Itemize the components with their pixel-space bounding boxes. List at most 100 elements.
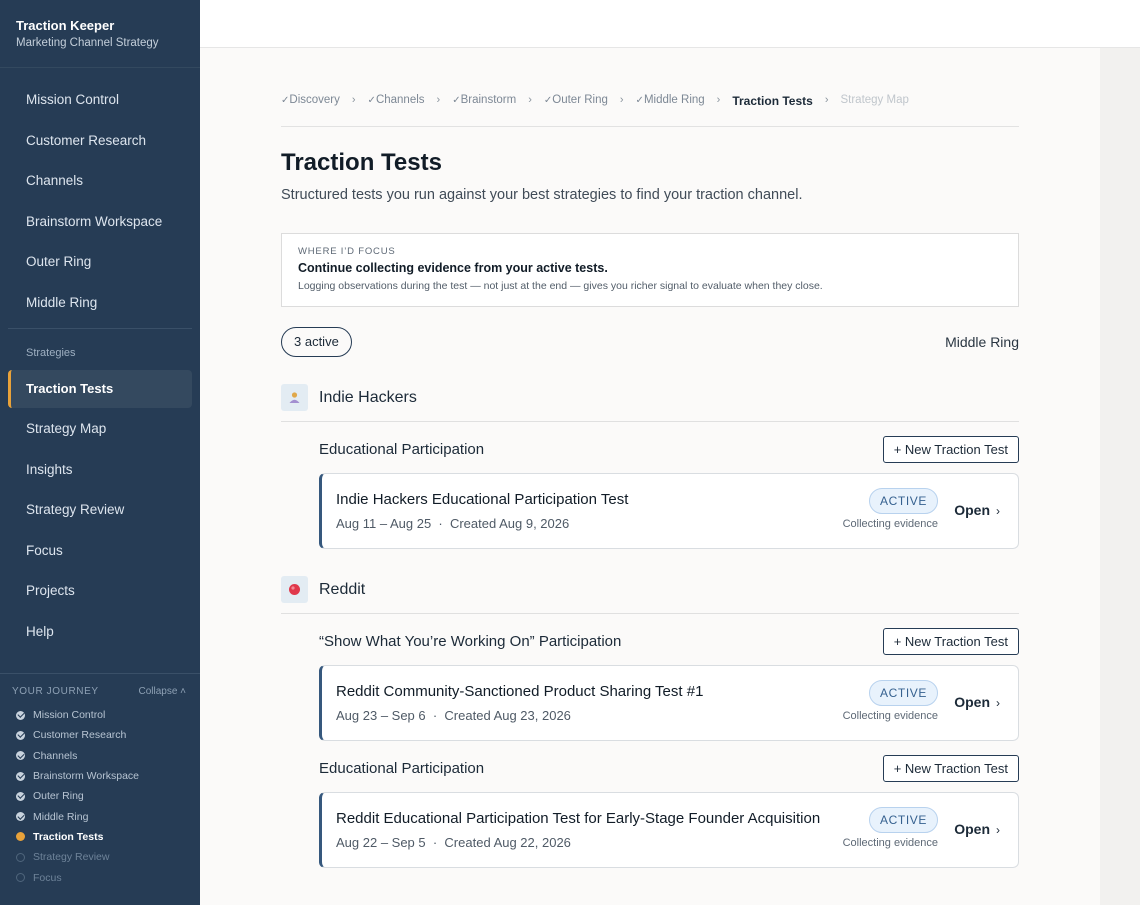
channel-header: Reddit xyxy=(281,576,1019,603)
open-label: Open xyxy=(954,821,990,837)
new-traction-test-button[interactable]: + New Traction Test xyxy=(882,436,1019,463)
ring-filter-label[interactable]: Middle Ring xyxy=(945,334,1019,350)
channel-list: Indie Hackers Educational Participation + … xyxy=(281,384,1019,868)
status-badge: ACTIVE xyxy=(869,807,938,833)
test-title: Indie Hackers Educational Participation … xyxy=(336,491,629,508)
test-status: Collecting evidence xyxy=(842,710,938,722)
focus-kicker: WHERE I’D FOCUS xyxy=(298,246,396,257)
journey-step[interactable]: Focus xyxy=(0,867,200,887)
nav-item-traction-tests[interactable]: Traction Tests xyxy=(8,369,192,408)
journey-step[interactable]: Customer Research xyxy=(0,725,200,745)
reddit-icon xyxy=(281,576,308,603)
check-circle-icon xyxy=(16,710,25,720)
breadcrumb-item[interactable]: Brainstorm xyxy=(452,94,517,106)
channel-divider xyxy=(281,613,1019,614)
journey-panel: YOUR JOURNEY Collapse ˄ Mission Control C… xyxy=(0,673,200,888)
nav-item-channels[interactable]: Channels xyxy=(8,162,192,200)
breadcrumb-item[interactable]: Strategy Map xyxy=(840,94,908,106)
breadcrumb-item[interactable]: Channels xyxy=(368,94,425,106)
journey-steps: Mission Control Customer Research Channels… xyxy=(0,705,200,888)
journey-heading: YOUR JOURNEY xyxy=(12,686,99,697)
journey-step-label: Middle Ring xyxy=(33,810,89,823)
strategy-block: Educational Participation + New Traction … xyxy=(319,755,1019,868)
breadcrumb-item[interactable]: Middle Ring xyxy=(636,94,705,106)
strategy-name: “Show What You’re Working On” Participat… xyxy=(319,633,622,650)
top-bar xyxy=(200,0,1140,48)
channel-group: Reddit “Show What You’re Working On” Part… xyxy=(281,576,1019,868)
open-label: Open xyxy=(954,502,990,518)
brand: Traction Keeper Marketing Channel Strate… xyxy=(0,0,200,68)
open-label: Open xyxy=(954,694,990,710)
nav-item-insights[interactable]: Insights xyxy=(8,451,192,489)
check-circle-icon xyxy=(16,812,25,822)
open-test-button[interactable]: Open › xyxy=(954,694,1000,710)
breadcrumb-separator-icon: › xyxy=(528,94,532,106)
active-count-pill[interactable]: 3 active xyxy=(281,327,352,357)
test-created: Created Aug 23, 2026 xyxy=(444,708,571,723)
open-test-button[interactable]: Open › xyxy=(954,821,1000,837)
journey-step[interactable]: Channels xyxy=(0,746,200,766)
nav-item-strategy-map[interactable]: Strategy Map xyxy=(8,410,192,448)
check-circle-icon xyxy=(16,791,25,801)
brand-subtitle: Marketing Channel Strategy xyxy=(16,37,159,49)
test-card[interactable]: Indie Hackers Educational Participation … xyxy=(319,473,1019,549)
test-meta: Aug 11 – Aug 25 · Created Aug 9, 2026 xyxy=(336,516,569,531)
brand-title: Traction Keeper xyxy=(16,18,115,33)
test-card[interactable]: Reddit Educational Participation Test fo… xyxy=(319,792,1019,868)
nav-item-mission-control[interactable]: Mission Control xyxy=(8,81,192,119)
current-step-icon xyxy=(16,832,25,842)
meta-separator: · xyxy=(425,835,445,850)
strategy-header: Educational Participation + New Traction … xyxy=(319,755,1019,782)
test-title: Reddit Community-Sanctioned Product Shar… xyxy=(336,683,704,700)
nav-item-brainstorm-workspace[interactable]: Brainstorm Workspace xyxy=(8,203,192,241)
chevron-right-icon: › xyxy=(996,823,1000,837)
journey-step[interactable]: Strategy Review xyxy=(0,847,200,867)
strategy-header: Educational Participation + New Traction … xyxy=(319,436,1019,463)
nav-item-strategy-review[interactable]: Strategy Review xyxy=(8,491,192,529)
channel-name: Reddit xyxy=(319,580,366,598)
test-dates: Aug 22 – Sep 5 xyxy=(336,835,426,850)
test-card[interactable]: Reddit Community-Sanctioned Product Shar… xyxy=(319,665,1019,741)
journey-step[interactable]: Mission Control xyxy=(0,705,200,725)
chevron-right-icon: › xyxy=(996,504,1000,518)
nav-item-middle-ring[interactable]: Middle Ring xyxy=(8,284,192,322)
open-test-button[interactable]: Open › xyxy=(954,502,1000,518)
channel-name: Indie Hackers xyxy=(319,388,417,406)
primary-nav: Mission Control Customer Research Channe… xyxy=(0,68,200,651)
test-status: Collecting evidence xyxy=(842,518,938,530)
journey-step-label: Focus xyxy=(33,871,62,884)
test-created: Created Aug 9, 2026 xyxy=(449,516,570,531)
breadcrumb-item[interactable]: Discovery xyxy=(281,94,339,106)
breadcrumb-separator-icon: › xyxy=(436,94,441,106)
nav-item-focus[interactable]: Focus xyxy=(8,532,192,570)
main-content: Discovery › Channels › Brainstorm › Outer Ring… xyxy=(200,48,1100,905)
journey-step[interactable]: Middle Ring xyxy=(0,806,200,826)
nav-item-projects[interactable]: Projects xyxy=(8,572,192,610)
journey-step[interactable]: Traction Tests xyxy=(0,827,200,847)
test-meta: Aug 23 – Sep 6 · Created Aug 23, 2026 xyxy=(336,708,571,723)
meta-separator: · xyxy=(431,516,450,531)
filter-row: 3 active Middle Ring xyxy=(281,327,1019,357)
journey-step-label: Channels xyxy=(33,749,78,762)
test-meta: Aug 22 – Sep 5 · Created Aug 22, 2026 xyxy=(336,835,571,850)
empty-circle-icon xyxy=(16,852,25,862)
breadcrumb-separator-icon: › xyxy=(351,94,356,106)
new-traction-test-button[interactable]: + New Traction Test xyxy=(882,628,1019,655)
status-badge: ACTIVE xyxy=(869,488,938,514)
journey-step[interactable]: Outer Ring xyxy=(0,786,200,806)
journey-step-label: Strategy Review xyxy=(33,851,110,864)
new-traction-test-button[interactable]: + New Traction Test xyxy=(882,755,1019,782)
journey-step[interactable]: Brainstorm Workspace xyxy=(0,766,200,786)
journey-step-label: Customer Research xyxy=(33,729,127,742)
nav-item-customer-research[interactable]: Customer Research xyxy=(8,122,192,160)
nav-item-outer-ring[interactable]: Outer Ring xyxy=(8,243,192,281)
test-created: Created Aug 22, 2026 xyxy=(444,835,571,850)
breadcrumb: Discovery › Channels › Brainstorm › Outer Ring… xyxy=(281,94,1019,127)
strategy-block: “Show What You’re Working On” Participat… xyxy=(319,628,1019,741)
check-circle-icon xyxy=(16,730,25,740)
check-circle-icon xyxy=(16,751,25,761)
nav-item-help[interactable]: Help xyxy=(8,613,192,651)
page-title: Traction Tests xyxy=(281,149,442,176)
journey-collapse-button[interactable]: Collapse ˄ xyxy=(138,686,186,697)
breadcrumb-item[interactable]: Outer Ring xyxy=(544,94,608,106)
